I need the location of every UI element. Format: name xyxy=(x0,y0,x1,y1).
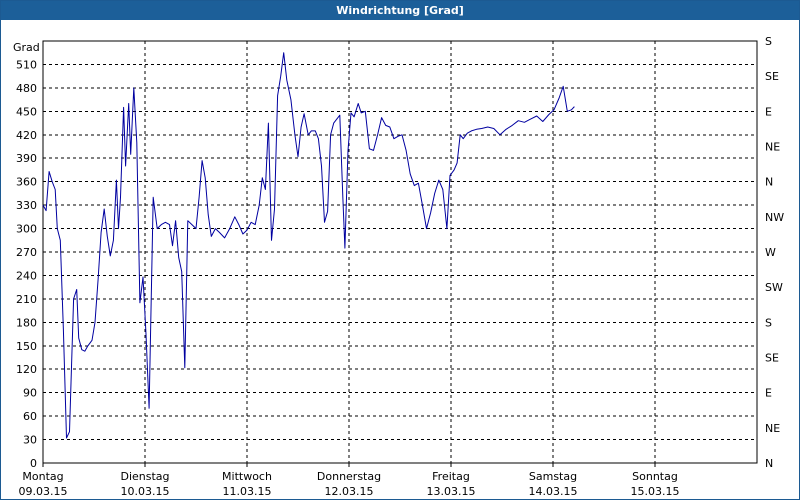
y-tick-label: 420 xyxy=(16,129,37,142)
x-tick-date: 14.03.15 xyxy=(529,485,578,498)
y-tick-label: 390 xyxy=(16,152,37,165)
x-tick-day: Donnerstag xyxy=(317,470,381,483)
x-tick-day: Dienstag xyxy=(120,470,169,483)
y-tick-label: 60 xyxy=(23,410,37,423)
line-chart: 0 30 60 90 120 150 180 210 240 270 300 330 360 390 420… xyxy=(13,35,784,498)
y-tick-label: 0 xyxy=(30,457,37,470)
compass-tick-label: NW xyxy=(765,211,784,224)
compass-tick-label: N xyxy=(765,176,773,189)
compass-tick-label: S xyxy=(765,35,772,48)
compass-tick-label: E xyxy=(765,387,772,400)
y-tick-label: 480 xyxy=(16,82,37,95)
x-tick-day: Samstag xyxy=(529,470,577,483)
y-tick-label: 270 xyxy=(16,246,37,259)
y-tick-label: 90 xyxy=(23,387,37,400)
x-tick-day: Freitag xyxy=(432,470,470,483)
y-tick-label: 450 xyxy=(16,105,37,118)
compass-tick-label: NE xyxy=(765,422,780,435)
series-line xyxy=(42,52,575,439)
y-tick-label: 330 xyxy=(16,199,37,212)
x-tick-date: 15.03.15 xyxy=(631,485,680,498)
x-tick-day: Sonntag xyxy=(632,470,678,483)
y-axis-label: Grad xyxy=(13,41,40,54)
x-tick-date: 12.03.15 xyxy=(325,485,374,498)
compass-tick-label: SE xyxy=(765,70,779,83)
compass-tick-label: SW xyxy=(765,281,783,294)
y-tick-label: 120 xyxy=(16,363,37,376)
y-tick-label: 180 xyxy=(16,316,37,329)
series-layer xyxy=(42,52,575,439)
x-tick-date: 13.03.15 xyxy=(427,485,476,498)
x-tick-date: 10.03.15 xyxy=(121,485,170,498)
left-axis-ticks: 0 30 60 90 120 150 180 210 240 270 300 330 360 390 420… xyxy=(16,58,37,470)
compass-tick-label: NE xyxy=(765,141,780,154)
x-tick-day: Montag xyxy=(22,470,63,483)
x-tick-date: 11.03.15 xyxy=(223,485,272,498)
y-tick-label: 150 xyxy=(16,340,37,353)
chart-window: Windrichtung [Grad] 0 30 60 90 120 150 180 210 2… xyxy=(0,0,800,500)
compass-tick-label: S xyxy=(765,316,772,329)
y-tick-label: 510 xyxy=(16,58,37,71)
y-tick-label: 210 xyxy=(16,293,37,306)
y-tick-label: 360 xyxy=(16,176,37,189)
compass-tick-label: SE xyxy=(765,352,779,365)
grid-lines xyxy=(43,41,757,463)
x-tick-day: Mittwoch xyxy=(222,470,272,483)
x-tick-date: 09.03.15 xyxy=(19,485,68,498)
compass-tick-label: W xyxy=(765,246,776,259)
y-tick-label: 240 xyxy=(16,269,37,282)
right-axis-ticks: N NE E SE S SW W NW N NE E SE S xyxy=(765,35,784,470)
y-tick-label: 30 xyxy=(23,434,37,447)
x-axis-ticks: Montag 09.03.15 Dienstag 10.03.15 Mittwoch 11… xyxy=(19,463,680,498)
compass-tick-label: N xyxy=(765,457,773,470)
y-tick-label: 300 xyxy=(16,223,37,236)
compass-tick-label: E xyxy=(765,105,772,118)
